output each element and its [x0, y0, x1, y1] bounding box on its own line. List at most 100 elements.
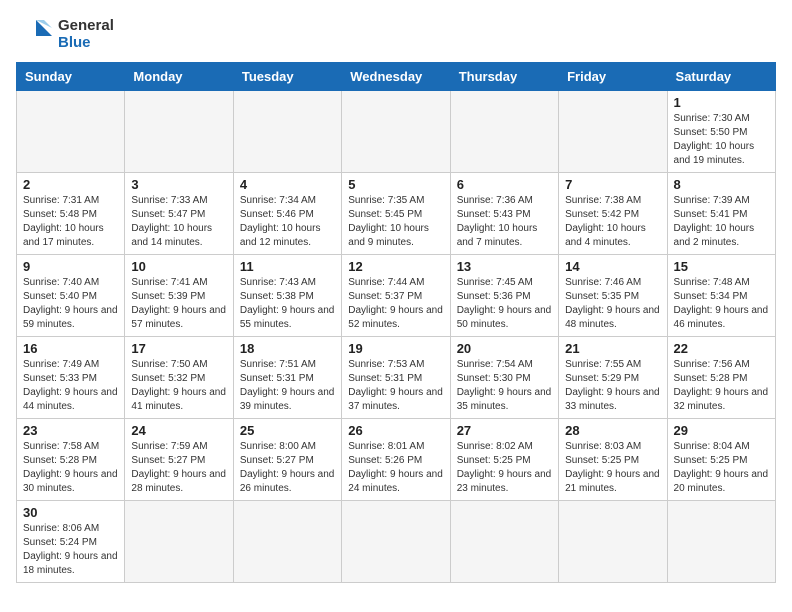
day-cell: 30Sunrise: 8:06 AM Sunset: 5:24 PM Dayli… [17, 501, 125, 583]
day-number: 12 [348, 259, 443, 274]
day-info: Sunrise: 7:30 AM Sunset: 5:50 PM Dayligh… [674, 112, 769, 168]
day-cell [450, 91, 558, 173]
day-number: 1 [674, 95, 769, 110]
page-header: General Blue [16, 16, 776, 52]
day-cell: 1 Sunrise: 7:30 AM Sunset: 5:50 PM Daylig… [667, 91, 775, 173]
day-cell: 13 Sunrise: 7:45 AM Sunset: 5:36 PM Dayli… [450, 255, 558, 337]
day-cell: 20Sunrise: 7:54 AM Sunset: 5:30 PM Dayli… [450, 337, 558, 419]
calendar-table: SundayMondayTuesdayWednesdayThursdayFrid… [16, 62, 776, 583]
day-number: 7 [565, 177, 660, 192]
day-number: 2 [23, 177, 118, 192]
day-info: Sunrise: 7:40 AM Sunset: 5:40 PM Dayligh… [23, 276, 118, 332]
weekday-monday: Monday [125, 63, 233, 91]
day-cell [559, 91, 667, 173]
day-info: Sunrise: 8:00 AM Sunset: 5:27 PM Dayligh… [240, 440, 335, 496]
week-row-6: 30Sunrise: 8:06 AM Sunset: 5:24 PM Dayli… [17, 501, 776, 583]
day-number: 21 [565, 341, 660, 356]
day-info: Sunrise: 7:44 AM Sunset: 5:37 PM Dayligh… [348, 276, 443, 332]
day-info: Sunrise: 7:43 AM Sunset: 5:38 PM Dayligh… [240, 276, 335, 332]
logo-blue: Blue [58, 34, 114, 51]
day-cell [559, 501, 667, 583]
day-info: Sunrise: 7:50 AM Sunset: 5:32 PM Dayligh… [131, 358, 226, 414]
day-number: 29 [674, 423, 769, 438]
day-info: Sunrise: 7:59 AM Sunset: 5:27 PM Dayligh… [131, 440, 226, 496]
logo-container: General Blue [16, 16, 114, 52]
week-row-1: 1 Sunrise: 7:30 AM Sunset: 5:50 PM Daylig… [17, 91, 776, 173]
day-number: 20 [457, 341, 552, 356]
day-info: Sunrise: 7:31 AM Sunset: 5:48 PM Dayligh… [23, 194, 118, 250]
day-info: Sunrise: 7:39 AM Sunset: 5:41 PM Dayligh… [674, 194, 769, 250]
day-cell: 17 Sunrise: 7:50 AM Sunset: 5:32 PM Dayli… [125, 337, 233, 419]
day-number: 15 [674, 259, 769, 274]
day-info: Sunrise: 7:58 AM Sunset: 5:28 PM Dayligh… [23, 440, 118, 496]
day-cell [450, 501, 558, 583]
day-info: Sunrise: 7:53 AM Sunset: 5:31 PM Dayligh… [348, 358, 443, 414]
day-cell: 19 Sunrise: 7:53 AM Sunset: 5:31 PM Dayli… [342, 337, 450, 419]
day-number: 24 [131, 423, 226, 438]
day-cell: 29Sunrise: 8:04 AM Sunset: 5:25 PM Dayli… [667, 419, 775, 501]
week-row-4: 16 Sunrise: 7:49 AM Sunset: 5:33 PM Dayli… [17, 337, 776, 419]
day-cell [233, 91, 341, 173]
logo: General Blue [16, 16, 114, 52]
day-cell [342, 91, 450, 173]
day-number: 10 [131, 259, 226, 274]
logo-general: General [58, 17, 114, 34]
day-cell: 12 Sunrise: 7:44 AM Sunset: 5:37 PM Dayli… [342, 255, 450, 337]
day-number: 9 [23, 259, 118, 274]
day-number: 3 [131, 177, 226, 192]
day-info: Sunrise: 7:38 AM Sunset: 5:42 PM Dayligh… [565, 194, 660, 250]
day-cell: 10Sunrise: 7:41 AM Sunset: 5:39 PM Dayli… [125, 255, 233, 337]
day-cell [342, 501, 450, 583]
day-info: Sunrise: 7:35 AM Sunset: 5:45 PM Dayligh… [348, 194, 443, 250]
day-cell: 14 Sunrise: 7:46 AM Sunset: 5:35 PM Dayli… [559, 255, 667, 337]
day-info: Sunrise: 7:51 AM Sunset: 5:31 PM Dayligh… [240, 358, 335, 414]
day-number: 17 [131, 341, 226, 356]
day-number: 5 [348, 177, 443, 192]
day-number: 6 [457, 177, 552, 192]
day-number: 26 [348, 423, 443, 438]
weekday-header-row: SundayMondayTuesdayWednesdayThursdayFrid… [17, 63, 776, 91]
weekday-sunday: Sunday [17, 63, 125, 91]
logo-text: General Blue [58, 17, 114, 52]
day-cell: 3 Sunrise: 7:33 AM Sunset: 5:47 PM Daylig… [125, 173, 233, 255]
day-info: Sunrise: 7:45 AM Sunset: 5:36 PM Dayligh… [457, 276, 552, 332]
day-info: Sunrise: 7:34 AM Sunset: 5:46 PM Dayligh… [240, 194, 335, 250]
weekday-tuesday: Tuesday [233, 63, 341, 91]
day-info: Sunrise: 7:49 AM Sunset: 5:33 PM Dayligh… [23, 358, 118, 414]
weekday-thursday: Thursday [450, 63, 558, 91]
day-number: 14 [565, 259, 660, 274]
calendar-body: 1 Sunrise: 7:30 AM Sunset: 5:50 PM Daylig… [17, 91, 776, 583]
day-number: 19 [348, 341, 443, 356]
day-cell: 15 Sunrise: 7:48 AM Sunset: 5:34 PM Dayli… [667, 255, 775, 337]
day-info: Sunrise: 7:48 AM Sunset: 5:34 PM Dayligh… [674, 276, 769, 332]
day-cell: 6 Sunrise: 7:36 AM Sunset: 5:43 PM Daylig… [450, 173, 558, 255]
week-row-5: 23Sunrise: 7:58 AM Sunset: 5:28 PM Dayli… [17, 419, 776, 501]
day-info: Sunrise: 7:46 AM Sunset: 5:35 PM Dayligh… [565, 276, 660, 332]
day-number: 13 [457, 259, 552, 274]
day-info: Sunrise: 7:33 AM Sunset: 5:47 PM Dayligh… [131, 194, 226, 250]
day-cell [667, 501, 775, 583]
day-cell: 27 Sunrise: 8:02 AM Sunset: 5:25 PM Dayli… [450, 419, 558, 501]
day-number: 28 [565, 423, 660, 438]
day-info: Sunrise: 7:56 AM Sunset: 5:28 PM Dayligh… [674, 358, 769, 414]
day-cell: 23Sunrise: 7:58 AM Sunset: 5:28 PM Dayli… [17, 419, 125, 501]
day-number: 4 [240, 177, 335, 192]
day-cell [125, 501, 233, 583]
day-cell: 25Sunrise: 8:00 AM Sunset: 5:27 PM Dayli… [233, 419, 341, 501]
day-info: Sunrise: 8:02 AM Sunset: 5:25 PM Dayligh… [457, 440, 552, 496]
day-cell: 22Sunrise: 7:56 AM Sunset: 5:28 PM Dayli… [667, 337, 775, 419]
day-number: 16 [23, 341, 118, 356]
day-info: Sunrise: 8:06 AM Sunset: 5:24 PM Dayligh… [23, 522, 118, 578]
week-row-2: 2 Sunrise: 7:31 AM Sunset: 5:48 PM Daylig… [17, 173, 776, 255]
day-cell: 21 Sunrise: 7:55 AM Sunset: 5:29 PM Dayli… [559, 337, 667, 419]
day-info: Sunrise: 7:55 AM Sunset: 5:29 PM Dayligh… [565, 358, 660, 414]
day-info: Sunrise: 8:01 AM Sunset: 5:26 PM Dayligh… [348, 440, 443, 496]
day-number: 27 [457, 423, 552, 438]
day-cell: 8Sunrise: 7:39 AM Sunset: 5:41 PM Daylig… [667, 173, 775, 255]
day-info: Sunrise: 7:36 AM Sunset: 5:43 PM Dayligh… [457, 194, 552, 250]
day-cell: 5 Sunrise: 7:35 AM Sunset: 5:45 PM Daylig… [342, 173, 450, 255]
day-number: 11 [240, 259, 335, 274]
day-cell [17, 91, 125, 173]
day-cell: 26 Sunrise: 8:01 AM Sunset: 5:26 PM Dayli… [342, 419, 450, 501]
day-cell: 4 Sunrise: 7:34 AM Sunset: 5:46 PM Daylig… [233, 173, 341, 255]
